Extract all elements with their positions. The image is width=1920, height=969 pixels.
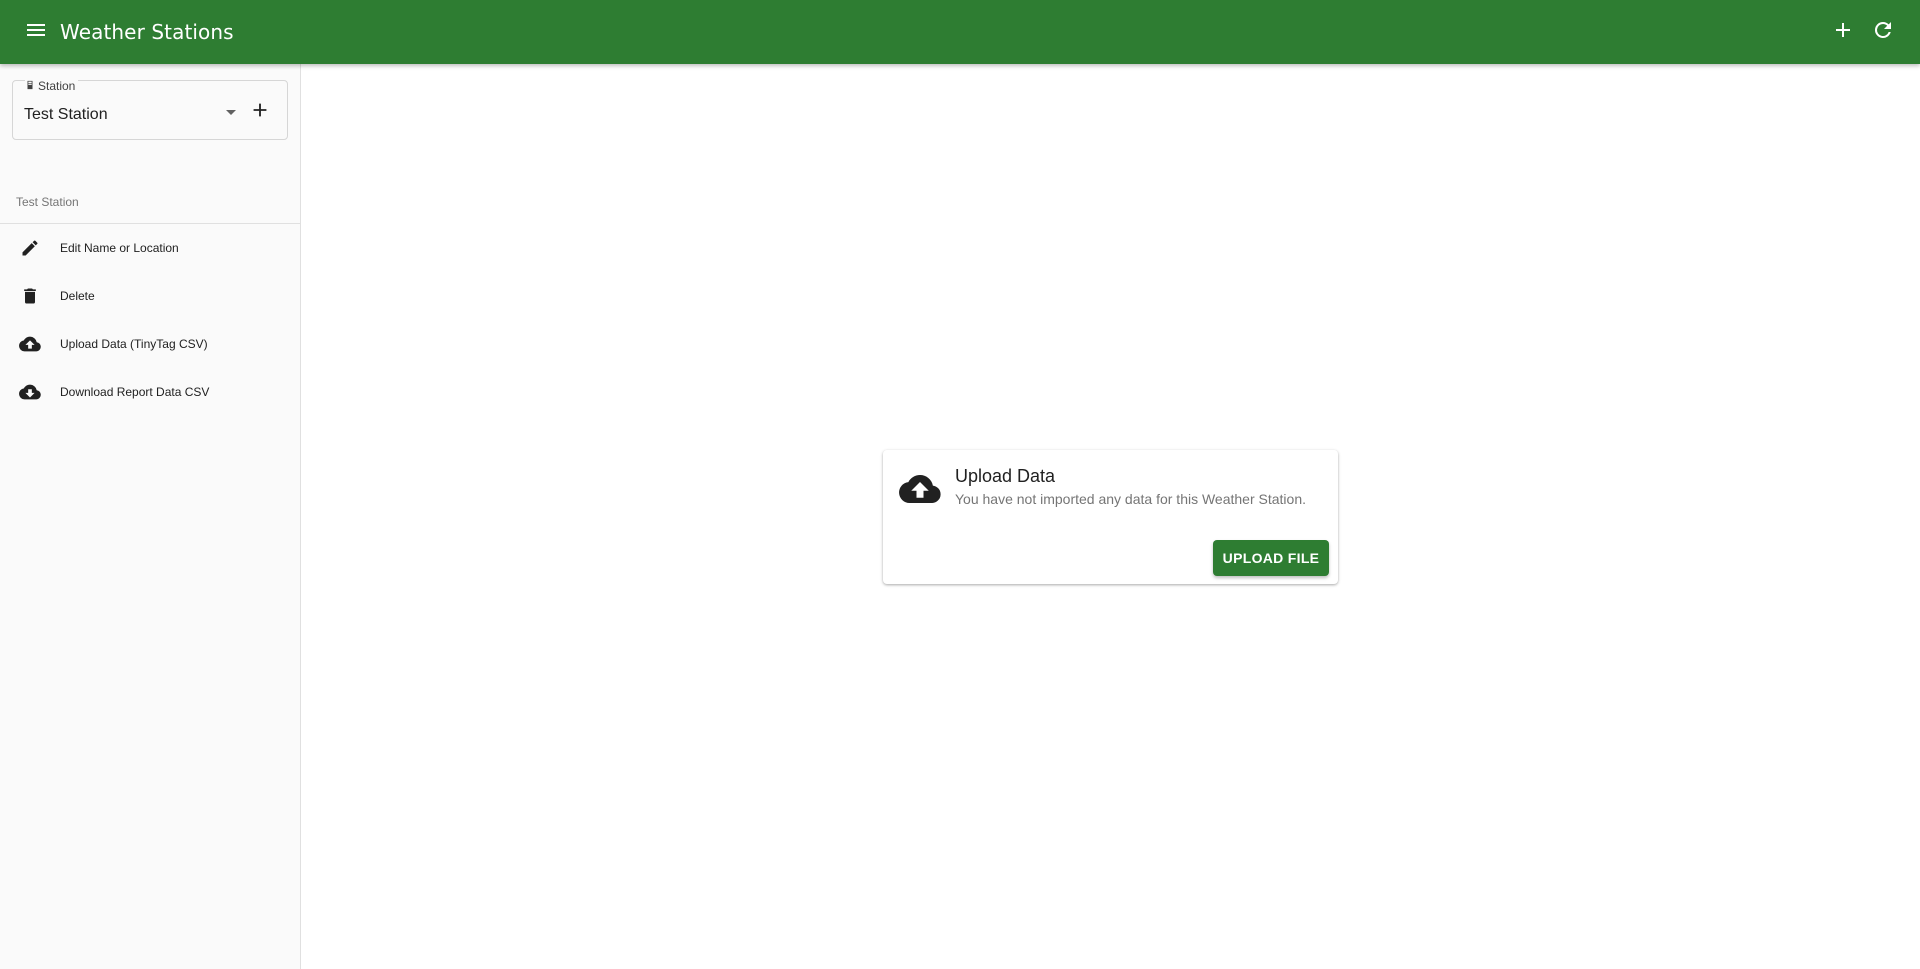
nav-item-label: Download Report Data CSV: [60, 385, 210, 399]
cloud-download-icon: [18, 380, 42, 404]
menu-icon: [24, 18, 48, 47]
upload-file-button[interactable]: UPLOAD FILE: [1213, 540, 1329, 576]
upload-data-card: Upload Data You have not imported any da…: [883, 450, 1338, 584]
refresh-button[interactable]: [1863, 12, 1903, 52]
upload-data-item[interactable]: Upload Data (TinyTag CSV): [0, 320, 300, 368]
app-bar: Weather Stations: [0, 0, 1920, 64]
download-report-item[interactable]: Download Report Data CSV: [0, 368, 300, 416]
plus-icon: [1831, 18, 1855, 47]
station-select[interactable]: Station Test Station: [12, 79, 288, 140]
nav-item-label: Edit Name or Location: [60, 241, 179, 255]
refresh-icon: [1871, 18, 1895, 47]
edit-name-location-item[interactable]: Edit Name or Location: [0, 224, 300, 272]
delete-station-item[interactable]: Delete: [0, 272, 300, 320]
station-selected-value: Test Station: [24, 106, 108, 123]
trash-icon: [18, 284, 42, 308]
add-station-button[interactable]: [1823, 12, 1863, 52]
nav-item-label: Delete: [60, 289, 95, 303]
station-label-text: Station: [38, 79, 76, 93]
app-title: Weather Stations: [60, 20, 234, 44]
cloud-upload-icon: [18, 332, 42, 356]
side-drawer: Station Test Station Test Station Edit N…: [0, 64, 301, 969]
card-subtitle: You have not imported any data for this …: [955, 491, 1306, 507]
add-station-inline-button[interactable]: [245, 97, 275, 127]
pencil-icon: [18, 236, 42, 260]
station-actions-list: Edit Name or Location Delete Upload Data…: [0, 224, 300, 416]
station-icon: [25, 79, 35, 93]
station-dropdown-toggle[interactable]: [221, 103, 241, 123]
nav-item-label: Upload Data (TinyTag CSV): [60, 337, 208, 351]
caret-down-icon: [225, 104, 237, 122]
station-field-label: Station: [25, 79, 79, 93]
drawer-subheader: Test Station: [16, 195, 79, 209]
card-title: Upload Data: [955, 466, 1056, 486]
menu-button[interactable]: [12, 8, 60, 56]
cloud-upload-icon: [899, 468, 941, 510]
plus-icon: [249, 99, 271, 126]
